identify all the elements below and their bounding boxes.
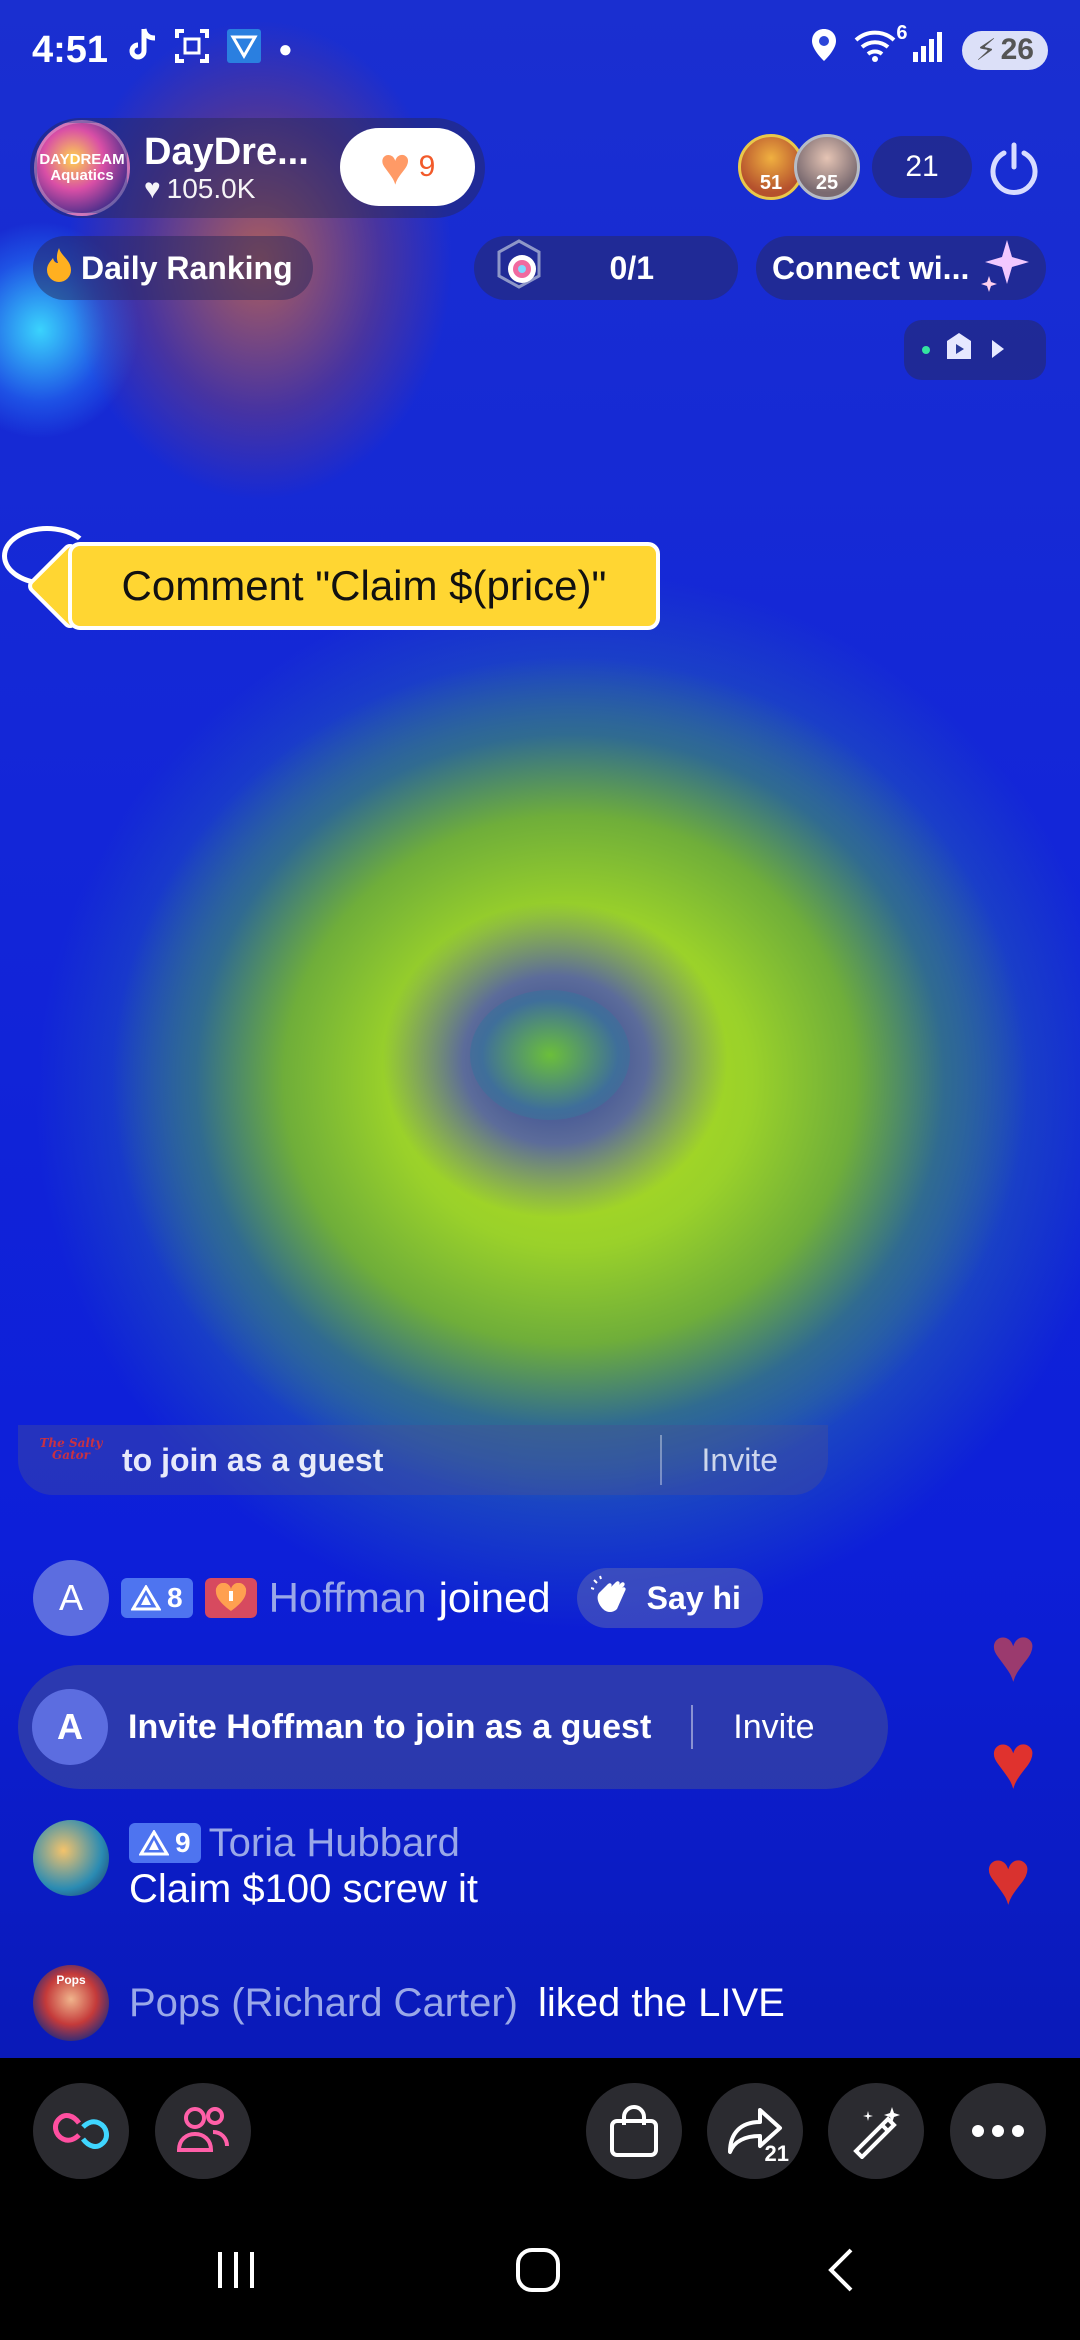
tiktok-icon bbox=[124, 27, 158, 74]
signal-icon bbox=[912, 29, 946, 72]
system-nav-bar bbox=[0, 2198, 1080, 2340]
location-icon bbox=[810, 27, 838, 73]
link-icon bbox=[53, 2113, 109, 2149]
follow-heart-button[interactable]: ♥ 9 bbox=[340, 128, 475, 206]
level-icon bbox=[131, 1585, 161, 1611]
screen-capture-icon bbox=[174, 28, 210, 73]
user-avatar[interactable] bbox=[33, 1820, 109, 1896]
shop-button[interactable] bbox=[586, 2083, 682, 2179]
say-hi-button[interactable]: Say hi bbox=[576, 1568, 763, 1628]
chat-comment: 9 Toria Hubbard Claim $100 screw it bbox=[33, 1820, 478, 1912]
connect-button[interactable]: Connect wi... bbox=[756, 236, 1046, 300]
level-badge: 9 bbox=[129, 1823, 201, 1863]
host-name: DayDre... bbox=[144, 130, 309, 173]
goal-progress: 0/1 bbox=[609, 249, 654, 286]
viewer-count[interactable]: 21 bbox=[872, 136, 972, 198]
sparkle-icon bbox=[977, 236, 1033, 300]
power-icon bbox=[990, 142, 1038, 195]
claim-comment-tag: Comment "Claim $(price)" bbox=[2, 526, 660, 632]
invite-button[interactable]: Invite bbox=[733, 1708, 814, 1747]
host-likes-count: 105.0K bbox=[166, 172, 256, 204]
invite-guest-row: A Invite Hoffman to join as a guest Invi… bbox=[18, 1665, 888, 1789]
goal-button[interactable]: 0/1 bbox=[474, 236, 738, 300]
share-count: 21 bbox=[764, 2141, 789, 2166]
joined-message: A 8 Hoffman joined Say hi bbox=[33, 1560, 763, 1636]
magic-wand-icon bbox=[853, 2107, 900, 2159]
bottom-toolbar: 21 bbox=[0, 2058, 1080, 2198]
heart-icon: ♥ bbox=[379, 138, 411, 196]
joined-verb: joined bbox=[438, 1574, 551, 1621]
home-button[interactable] bbox=[498, 2238, 578, 2302]
heart-icon: ♥ bbox=[144, 172, 161, 204]
daily-ranking-button[interactable]: Daily Ranking bbox=[33, 236, 313, 300]
comment-message: Claim $100 screw it bbox=[129, 1867, 479, 1911]
user-avatar[interactable]: A bbox=[32, 1689, 108, 1765]
effects-button[interactable] bbox=[828, 2083, 924, 2179]
guests-icon bbox=[176, 2107, 229, 2152]
joined-user[interactable]: Hoffman bbox=[269, 1574, 427, 1622]
guests-button[interactable] bbox=[155, 2083, 251, 2179]
comment-user[interactable]: Toria Hubbard bbox=[209, 1820, 460, 1866]
share-button[interactable]: 21 bbox=[707, 2083, 803, 2179]
floating-heart-icon: ♥ bbox=[990, 1717, 1037, 1805]
claim-tag-text: Comment "Claim $(price)" bbox=[121, 562, 607, 609]
user-avatar[interactable]: A bbox=[33, 1560, 109, 1636]
link-button[interactable] bbox=[33, 2083, 129, 2179]
live-tools-button[interactable] bbox=[904, 320, 1046, 380]
user-avatar[interactable]: Pops bbox=[33, 1965, 109, 2041]
back-icon bbox=[828, 2248, 853, 2292]
level-icon bbox=[139, 1830, 169, 1856]
status-bar: 4:51 ● 6 ⚡ 26 bbox=[0, 0, 1080, 100]
coral-center bbox=[470, 990, 630, 1120]
floating-heart-icon: ♥ bbox=[985, 1833, 1032, 1921]
recent-apps-icon bbox=[218, 2252, 254, 2288]
liked-text: liked the LIVE bbox=[538, 1980, 785, 2025]
viewer-avatar[interactable]: 25 bbox=[794, 134, 860, 200]
gift-goal-icon bbox=[492, 237, 546, 299]
back-button[interactable] bbox=[800, 2238, 880, 2302]
liked-message: Pops Pops (Richard Carter) liked the LIV… bbox=[33, 1965, 785, 2041]
more-button[interactable] bbox=[950, 2083, 1046, 2179]
end-live-button[interactable] bbox=[985, 140, 1043, 198]
fan-club-badge bbox=[204, 1578, 257, 1618]
top-viewers[interactable]: 51 25 21 bbox=[738, 132, 972, 202]
host-card[interactable]: DAYDREAM Aquatics DayDre... ♥ 105.0K ♥ 9 bbox=[30, 118, 485, 218]
invite-button[interactable]: Invite bbox=[702, 1442, 778, 1479]
divider bbox=[691, 1705, 694, 1749]
dot-icon: ● bbox=[278, 36, 293, 63]
fan-heart-icon bbox=[215, 1583, 246, 1611]
heart-count: 9 bbox=[418, 150, 436, 183]
liked-user[interactable]: Pops (Richard Carter) bbox=[129, 1981, 518, 2026]
guest-avatar: The Salty Gator bbox=[39, 1436, 103, 1462]
shopping-bag-icon bbox=[610, 2105, 658, 2157]
battery-icon: ⚡ 26 bbox=[961, 30, 1048, 70]
divider bbox=[659, 1435, 662, 1485]
chevron-right-icon bbox=[988, 332, 1008, 369]
status-dot bbox=[922, 346, 930, 354]
wave-hand-icon bbox=[590, 1575, 626, 1612]
wifi-icon: 6 bbox=[854, 22, 908, 72]
level-badge: 8 bbox=[121, 1578, 193, 1618]
host-avatar[interactable]: DAYDREAM Aquatics bbox=[34, 120, 130, 216]
more-icon bbox=[972, 2125, 1024, 2137]
vpn-icon bbox=[226, 28, 262, 73]
invite-guest-text: Invite Hoffman to join as a guest bbox=[128, 1707, 652, 1746]
recent-apps-button[interactable] bbox=[196, 2238, 276, 2302]
play-box-icon bbox=[942, 329, 976, 371]
flame-icon bbox=[45, 246, 73, 290]
floating-heart-icon: ♥ bbox=[990, 1610, 1037, 1698]
status-time: 4:51 bbox=[32, 28, 109, 71]
invite-guest-row-faded: The Salty Gator to join as a guest Invit… bbox=[18, 1425, 828, 1495]
home-icon bbox=[516, 2248, 560, 2292]
